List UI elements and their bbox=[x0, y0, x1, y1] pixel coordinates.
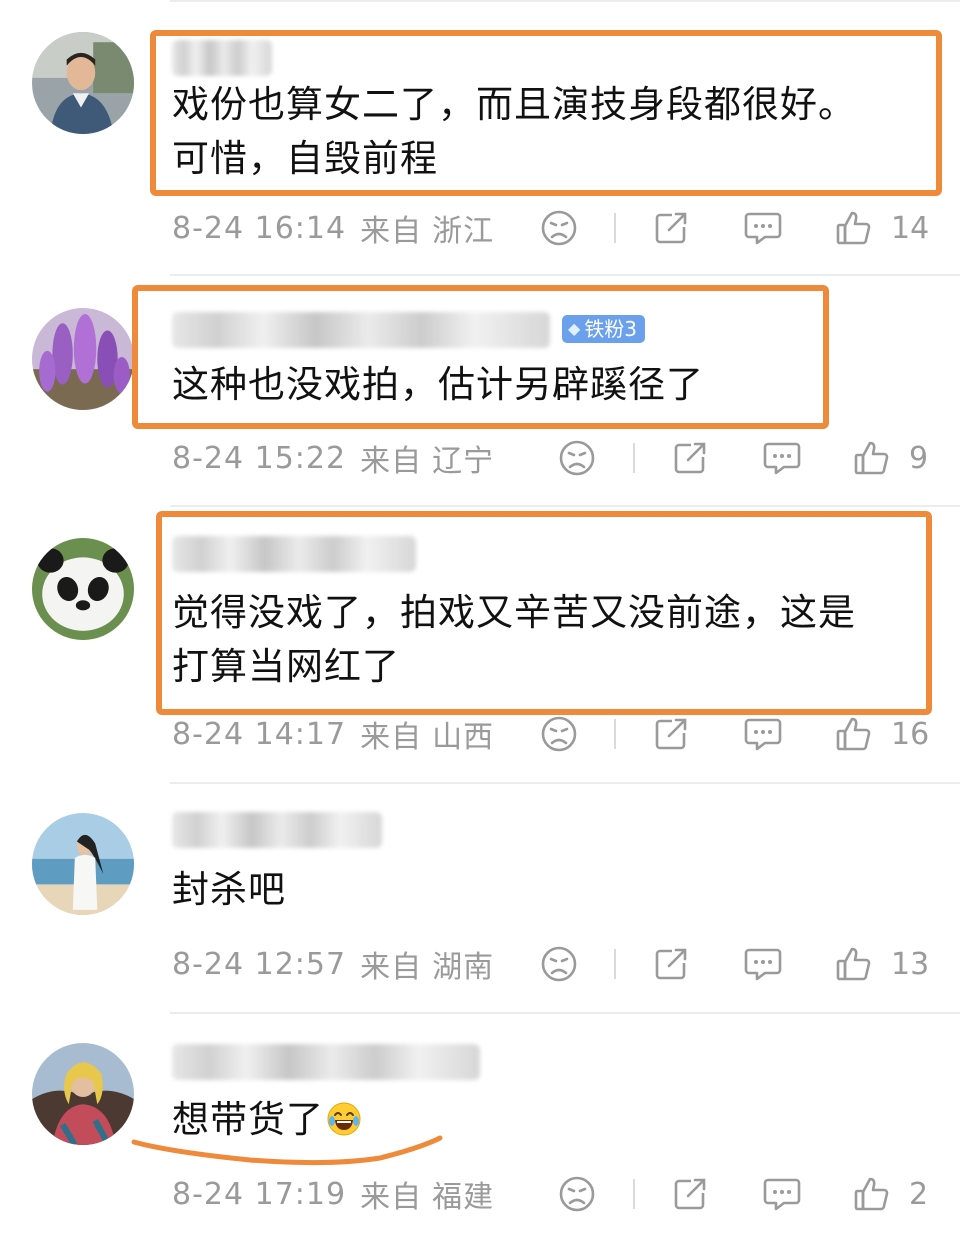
comment-icon bbox=[763, 1178, 801, 1211]
comment-item: 想带货了 8-24 17:19 来自 福建 2 bbox=[0, 0, 960, 1241]
dislike-button[interactable] bbox=[558, 1169, 596, 1219]
comment-location: 福建 bbox=[432, 1180, 495, 1215]
comment-meta: 8-24 17:19 来自 福建 bbox=[172, 1169, 494, 1219]
comment-button[interactable] bbox=[762, 1169, 802, 1219]
like-count: 2 bbox=[909, 1176, 929, 1212]
dislike-face-icon bbox=[559, 1176, 595, 1212]
avatar-photo bbox=[32, 1043, 134, 1145]
username-blurred[interactable] bbox=[172, 1044, 480, 1080]
like-thumb-icon bbox=[854, 1177, 889, 1211]
like-button[interactable]: 2 bbox=[853, 1169, 928, 1219]
action-separator bbox=[633, 1179, 635, 1209]
comment-date: 8-24 17:19 bbox=[172, 1176, 347, 1212]
share-button[interactable] bbox=[671, 1169, 709, 1219]
share-icon bbox=[674, 1178, 706, 1210]
from-label: 来自 bbox=[360, 1180, 423, 1215]
avatar[interactable] bbox=[32, 1043, 134, 1145]
